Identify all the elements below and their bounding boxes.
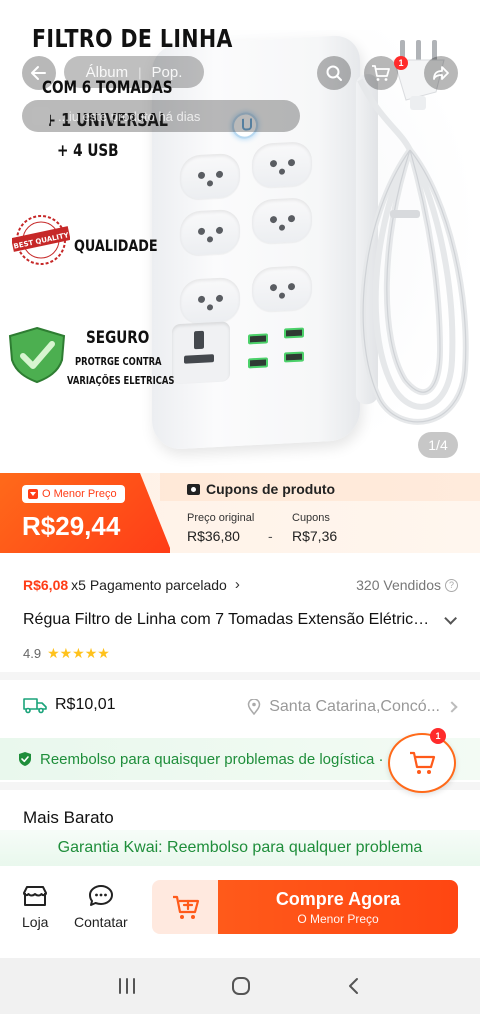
- promo-line-usb: + 4 USB: [57, 141, 119, 161]
- share-icon: [433, 66, 449, 80]
- installment-text: x5 Pagamento parcelado: [71, 576, 227, 593]
- secure-check-icon: [8, 326, 66, 384]
- cart-button[interactable]: [364, 56, 398, 90]
- coupon-icon: [187, 483, 200, 495]
- lowest-price-tag: O Menor Preço: [22, 485, 125, 503]
- rating-row: 4.9 ★★★★★: [23, 645, 110, 662]
- power-strip-image: [152, 34, 378, 451]
- original-price-value: R$36,80: [187, 528, 240, 544]
- shipping-location[interactable]: Santa Catarina,Concó...: [247, 698, 458, 716]
- quality-label: QUALIDADE: [74, 236, 158, 255]
- section-title: Mais Barato: [23, 808, 114, 827]
- floating-cart-button[interactable]: [388, 733, 456, 793]
- cart-count-badge: 1: [394, 56, 408, 70]
- share-button[interactable]: [424, 56, 458, 90]
- buy-now-button[interactable]: Compre Agora O Menor Preço: [218, 880, 458, 934]
- store-label: Loja: [22, 914, 49, 930]
- chevron-down-icon[interactable]: [444, 611, 457, 625]
- sold-count: 320 Vendidos ?: [356, 577, 458, 593]
- price-banner: O Menor Preço R$29,44 Cupons de produto …: [0, 473, 480, 553]
- promo-title: FILTRO DE LINHA: [32, 24, 233, 53]
- rating-stars-icon: ★★★★★: [47, 645, 110, 661]
- arrow-left-icon: [31, 66, 46, 80]
- secure-sub-1: PROTRGE CONTRA: [75, 356, 162, 368]
- back-nav-icon[interactable]: [344, 976, 364, 996]
- arrow-down-icon: [28, 489, 38, 499]
- original-price-label: Preço original: [187, 512, 255, 524]
- coupon-title-label: Cupons de produto: [206, 481, 336, 497]
- cart-icon: [410, 751, 436, 774]
- shipping-price: R$10,01: [55, 696, 116, 713]
- minus-sign: -: [268, 528, 273, 544]
- truck-icon: [23, 698, 47, 714]
- section-divider: [0, 672, 480, 680]
- toast-text: ...iu este produto há dias: [58, 108, 201, 124]
- home-icon[interactable]: [230, 975, 252, 997]
- image-counter: 1/4: [418, 432, 458, 458]
- sold-count-text: 320 Vendidos: [356, 577, 441, 593]
- search-icon: [326, 65, 342, 81]
- refund-text: Reembolso para quaisquer problemas de lo…: [40, 750, 384, 768]
- chevron-right-icon: [446, 701, 458, 713]
- add-to-cart-icon: [173, 895, 200, 919]
- search-button[interactable]: [317, 56, 351, 90]
- contact-label: Contatar: [74, 914, 128, 930]
- recent-purchase-toast: ...iu este produto há dias: [22, 100, 300, 132]
- floating-cart-count: 1: [430, 728, 446, 744]
- product-image-carousel[interactable]: FILTRO DE LINHA COM 6 TOMADAS + 1 UNIVER…: [0, 0, 480, 473]
- buyer-avatar: [32, 107, 50, 125]
- coupon-title[interactable]: Cupons de produto: [187, 481, 335, 497]
- best-quality-badge-icon: BEST QUALITY: [12, 215, 70, 265]
- rating-value: 4.9: [23, 646, 42, 661]
- tab-album[interactable]: Álbum: [86, 64, 129, 81]
- guarantee-banner: Garantia Kwai: Reembolso para qualquer p…: [0, 830, 480, 866]
- lowest-price-label: O Menor Preço: [42, 488, 117, 500]
- product-title-row[interactable]: Régua Filtro de Linha com 7 Tomadas Exte…: [23, 611, 463, 629]
- shipping-row[interactable]: R$10,01: [23, 696, 116, 714]
- contact-button[interactable]: Contatar: [74, 884, 128, 930]
- shield-check-icon: [19, 752, 31, 766]
- buy-now-sublabel: O Menor Preço: [297, 911, 379, 926]
- system-navigation-bar: [0, 958, 480, 1014]
- coupons-value: R$7,36: [292, 528, 338, 544]
- bottom-action-bar: Loja Contatar Compre Agora O Menor Preço: [0, 866, 480, 956]
- chevron-right-icon: ›: [234, 576, 240, 593]
- help-icon[interactable]: ?: [445, 578, 458, 592]
- store-icon: [23, 886, 48, 906]
- current-price: R$29,44: [22, 511, 121, 541]
- cart-icon: [372, 65, 390, 81]
- media-tabs: Álbum | Pop.: [64, 56, 204, 88]
- secure-sub-2: VARIAÇÕES ELETRICAS: [67, 375, 175, 387]
- tab-separator: |: [138, 64, 142, 80]
- coupons-label: Cupons: [292, 512, 330, 524]
- chat-icon: [88, 885, 113, 906]
- location-pin-icon: [247, 699, 261, 715]
- installment-row[interactable]: R$6,08 x5 Pagamento parcelado ›: [23, 576, 240, 593]
- product-title: Régua Filtro de Linha com 7 Tomadas Exte…: [23, 611, 438, 628]
- shipping-location-text: Santa Catarina,Concó...: [269, 698, 440, 715]
- back-button[interactable]: [22, 56, 56, 90]
- buy-now-label: Compre Agora: [275, 888, 401, 909]
- installment-amount: R$6,08: [23, 576, 69, 593]
- add-to-cart-button[interactable]: [152, 880, 220, 934]
- tab-pop[interactable]: Pop.: [152, 64, 183, 81]
- recent-apps-icon[interactable]: [116, 977, 138, 995]
- secure-label: SEGURO: [86, 328, 150, 348]
- store-button[interactable]: Loja: [22, 884, 48, 930]
